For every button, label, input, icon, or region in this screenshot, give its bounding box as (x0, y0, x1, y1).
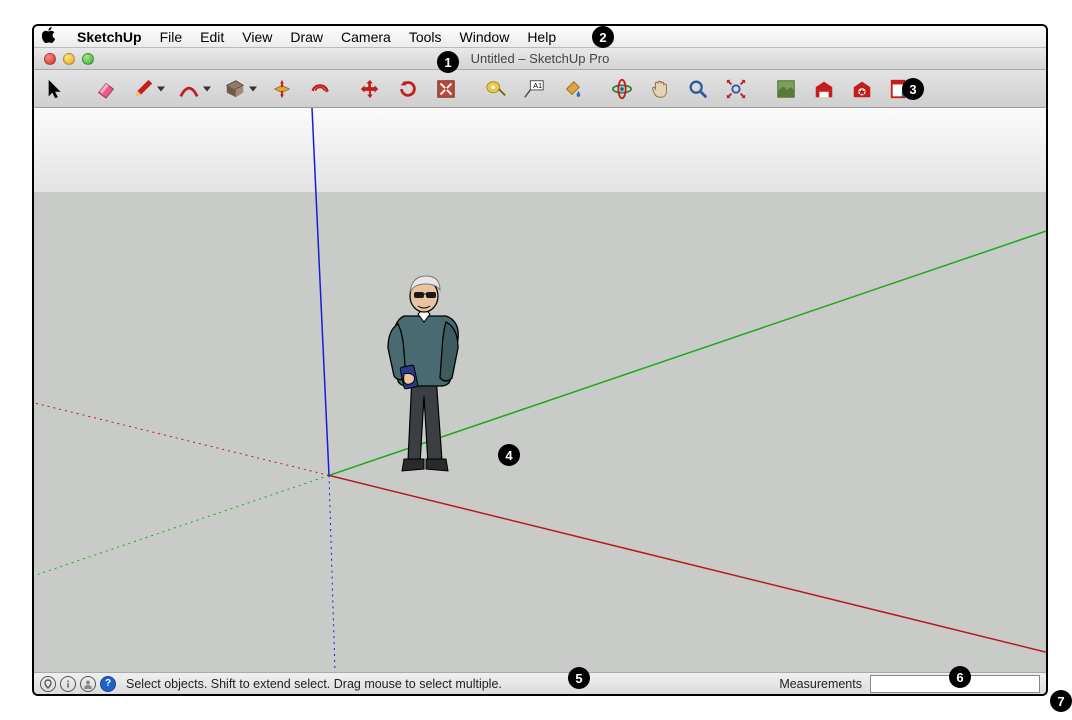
status-hint: Select objects. Shift to extend select. … (126, 677, 502, 691)
tape-measure-tool[interactable] (480, 74, 512, 104)
status-bar: ¡ ? Select objects. Shift to extend sele… (34, 672, 1046, 694)
pencil-dropdown-icon[interactable] (157, 86, 165, 91)
arc-tool[interactable] (174, 74, 214, 104)
menu-help[interactable]: Help (518, 29, 565, 45)
menu-edit[interactable]: Edit (191, 29, 233, 45)
measurements-label: Measurements (779, 677, 862, 691)
menu-app[interactable]: SketchUp (68, 29, 151, 45)
callout-6: 6 (949, 666, 971, 688)
rectangle-tool[interactable] (220, 74, 260, 104)
menu-draw[interactable]: Draw (281, 29, 332, 45)
apple-icon[interactable] (42, 27, 56, 47)
callout-7: 7 (1050, 690, 1072, 712)
window-titlebar[interactable]: Untitled – SketchUp Pro (34, 48, 1046, 70)
rectangle-dropdown-icon[interactable] (249, 86, 257, 91)
callout-3: 3 (902, 78, 924, 100)
callout-2: 2 (592, 26, 614, 48)
rotate-tool[interactable] (392, 74, 424, 104)
arc-dropdown-icon[interactable] (203, 86, 211, 91)
zoom-extents-tool[interactable] (720, 74, 752, 104)
menu-view[interactable]: View (233, 29, 281, 45)
close-window-button[interactable] (44, 53, 56, 65)
menu-file[interactable]: File (151, 29, 192, 45)
traffic-lights (34, 53, 94, 65)
callout-4: 4 (498, 444, 520, 466)
menu-tools[interactable]: Tools (400, 29, 451, 45)
svg-text:A1: A1 (533, 81, 542, 90)
main-toolbar: A1 (34, 70, 1046, 108)
extension-warehouse-tool[interactable] (846, 74, 878, 104)
pan-tool[interactable] (644, 74, 676, 104)
menu-window[interactable]: Window (451, 29, 519, 45)
mac-menubar: SketchUp File Edit View Draw Camera Tool… (34, 26, 1046, 48)
orbit-tool[interactable] (606, 74, 638, 104)
add-location-tool[interactable] (770, 74, 802, 104)
help-icon[interactable]: ? (100, 676, 116, 692)
move-tool[interactable] (354, 74, 386, 104)
scale-figure-person[interactable] (374, 266, 474, 479)
drawing-area[interactable] (34, 108, 1046, 672)
paint-bucket-tool[interactable] (556, 74, 588, 104)
create-component-tool[interactable] (430, 74, 462, 104)
menu-camera[interactable]: Camera (332, 29, 400, 45)
3d-warehouse-tool[interactable] (808, 74, 840, 104)
geolocation-icon[interactable] (40, 676, 56, 692)
minimize-window-button[interactable] (63, 53, 75, 65)
app-window: SketchUp File Edit View Draw Camera Tool… (32, 24, 1048, 696)
offset-tool[interactable] (304, 74, 336, 104)
credits-icon[interactable]: ¡ (60, 676, 76, 692)
callout-5: 5 (568, 667, 590, 689)
select-tool[interactable] (40, 74, 72, 104)
pencil-tool[interactable] (128, 74, 168, 104)
push-pull-tool[interactable] (266, 74, 298, 104)
text-label-tool[interactable]: A1 (518, 74, 550, 104)
axes (34, 108, 1046, 672)
eraser-tool[interactable] (90, 74, 122, 104)
user-icon[interactable] (80, 676, 96, 692)
callout-1: 1 (437, 51, 459, 73)
window-title: Untitled – SketchUp Pro (34, 51, 1046, 66)
zoom-tool[interactable] (682, 74, 714, 104)
zoom-window-button[interactable] (82, 53, 94, 65)
